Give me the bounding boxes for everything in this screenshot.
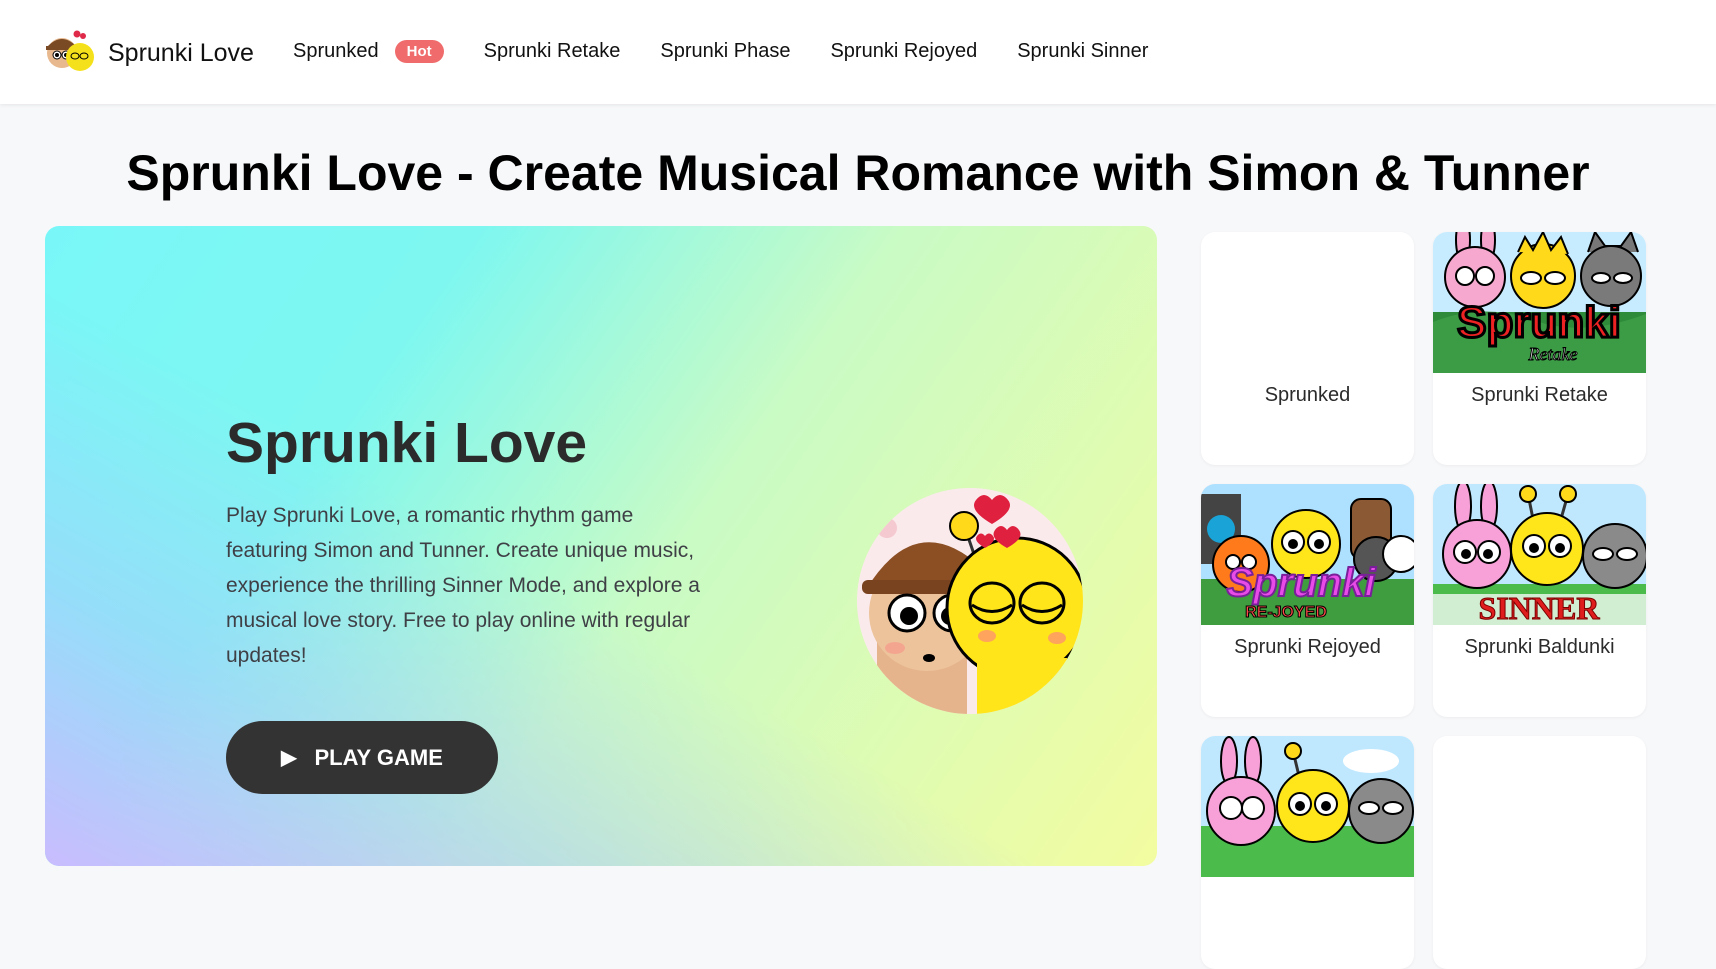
sprunki-card-thumbnail xyxy=(1201,736,1414,877)
hero-description: Play Sprunki Love, a romantic rhythm gam… xyxy=(226,504,700,667)
sprunki-rejoyed-thumbnail: Sprunki RE-JOYED xyxy=(1201,484,1414,625)
nav-item-label: Sprunki Rejoyed xyxy=(830,40,978,62)
page-title: Sprunki Love - Create Musical Romance wi… xyxy=(126,145,1590,201)
sprunki-baldunki-thumbnail: SINNER xyxy=(1433,484,1646,625)
sprunki-retake-thumbnail: Sprunki Retake xyxy=(1433,232,1646,373)
sprunki-logo-icon xyxy=(46,30,94,71)
nav-item-sprunki-sinner[interactable]: Sprunki Sinner xyxy=(1017,40,1148,63)
nav-item-label: Sprunki Sinner xyxy=(1017,40,1149,62)
game-card-label: Sprunki Retake xyxy=(1471,384,1608,406)
game-card-sprunki-retake[interactable]: Sprunki Retake Sprunki Retake xyxy=(1433,232,1646,465)
game-card-sprunki-rejoyed[interactable]: Sprunki RE-JOYED Sprunki Rejoyed xyxy=(1201,484,1414,717)
nav-item-sprunki-phase[interactable]: Sprunki Phase xyxy=(660,40,790,63)
game-card-sprunked[interactable]: Sprunked xyxy=(1201,232,1414,465)
rejoyed-thumb-title: Sprunki xyxy=(1227,561,1377,605)
nav-item-label: Sprunki Retake xyxy=(483,40,621,62)
hero-banner: Sprunki Love Play Sprunki Love, a romant… xyxy=(45,226,1157,866)
game-card[interactable] xyxy=(1201,736,1414,969)
main-nav: Sprunked Hot Sprunki Retake Sprunki Phas… xyxy=(293,40,1188,63)
rejoyed-thumb-subtitle: RE-JOYED xyxy=(1245,604,1327,621)
logo-link[interactable]: Sprunki Love xyxy=(44,27,254,79)
nav-item-sprunki-rejoyed[interactable]: Sprunki Rejoyed xyxy=(830,40,977,63)
logo-text: Sprunki Love xyxy=(108,38,254,67)
game-card-sprunki-baldunki[interactable]: SINNER Sprunki Baldunki xyxy=(1433,484,1646,717)
simon-tunner-avatar-image xyxy=(857,488,1083,714)
game-card-label: Sprunki Rejoyed xyxy=(1234,636,1381,658)
nav-item-label: Sprunki Phase xyxy=(660,40,791,62)
game-card[interactable] xyxy=(1433,736,1646,969)
hero-content: Sprunki Love Play Sprunki Love, a romant… xyxy=(226,410,706,673)
nav-item-label: Sprunked xyxy=(293,40,379,62)
play-icon: ▶ xyxy=(281,747,297,769)
hot-badge: Hot xyxy=(394,40,444,63)
game-card-label: Sprunki Baldunki xyxy=(1464,636,1615,658)
nav-item-sprunki-retake[interactable]: Sprunki Retake xyxy=(484,40,621,63)
game-card-label: Sprunked xyxy=(1264,384,1351,406)
nav-item-sprunked[interactable]: Sprunked Hot xyxy=(293,40,444,63)
baldunki-thumb-title: SINNER xyxy=(1479,590,1601,625)
play-game-button[interactable]: ▶ PLAY GAME xyxy=(226,721,498,794)
retake-thumb-subtitle: Retake xyxy=(1528,344,1578,364)
play-game-label: PLAY GAME xyxy=(314,744,443,770)
site-header: Sprunki Love Sprunked Hot Sprunki Retake… xyxy=(0,0,1716,104)
retake-thumb-title: Sprunki xyxy=(1457,298,1621,347)
hero-title: Sprunki Love xyxy=(226,411,588,475)
